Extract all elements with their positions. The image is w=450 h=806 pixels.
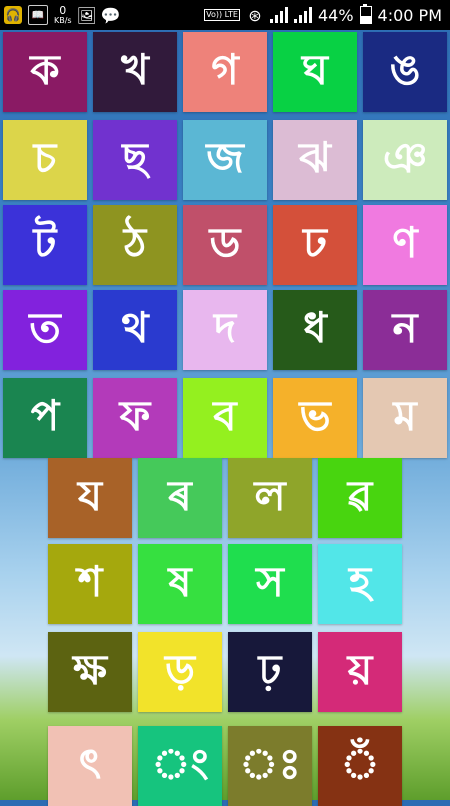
letter-tile[interactable]: থ [93,290,177,370]
letter-tile[interactable]: ঢ [273,205,357,285]
signal-icon [293,7,312,23]
letter-tile[interactable]: ন [363,290,447,370]
letter-tile[interactable]: ঁ [318,726,402,806]
letter-tile[interactable]: ঢ় [228,632,312,712]
letter-tile[interactable]: ৱ [318,458,402,538]
letter-tile[interactable]: য [48,458,132,538]
letter-tile[interactable]: ঞ [363,120,447,200]
letter-tile[interactable]: প [3,378,87,458]
letter-tile[interactable]: ৎ [48,726,132,806]
letter-tile[interactable]: ক্ষ [48,632,132,712]
messenger-icon: 💬 [100,5,121,25]
letter-tile[interactable]: ং [138,726,222,806]
letter-tile[interactable]: য় [318,632,402,712]
nfc-icon: ⊛ [248,5,262,25]
letter-tile[interactable]: ধ [273,290,357,370]
book-icon: 📖 [28,5,48,25]
letter-tile[interactable]: ম [363,378,447,458]
letter-tile[interactable]: ণ [363,205,447,285]
headset-icon: 🎧 [4,6,22,24]
letter-tile[interactable]: খ [93,32,177,112]
letter-tile[interactable]: ঙ [363,32,447,112]
letter-tile[interactable]: দ [183,290,267,370]
letter-tile[interactable]: গ [183,32,267,112]
battery-percent: 44% [317,5,354,25]
network-speed-unit: KB/s [54,16,72,25]
volte-icon: Vo)) LTE [204,9,240,21]
letter-tile[interactable]: ক [3,32,87,112]
letter-tile[interactable]: ড় [138,632,222,712]
photo-icon: 🖼 [76,5,97,25]
letter-tile[interactable]: ল [228,458,312,538]
battery-icon [359,4,372,24]
letter-tile[interactable]: ফ [93,378,177,458]
network-speed: 0 KB/s [54,5,72,25]
letter-tile[interactable]: ঝ [273,120,357,200]
letter-tile[interactable]: ছ [93,120,177,200]
letter-tile[interactable]: ভ [273,378,357,458]
letter-tile[interactable]: শ [48,544,132,624]
letter-tile[interactable]: জ [183,120,267,200]
signal-icon [269,7,288,23]
letter-tile[interactable]: ঠ [93,205,177,285]
status-bar: 🎧 📖 0 KB/s 🖼 💬 Vo)) LTE ⊛ 44% 4:00 PM [0,0,450,30]
letter-tile[interactable]: ষ [138,544,222,624]
letter-tile[interactable]: ড [183,205,267,285]
network-speed-value: 0 [59,4,67,17]
letter-tile[interactable]: হ [318,544,402,624]
letter-tile[interactable]: স [228,544,312,624]
letter-grid: ক খ গ ঘ ঙ চ ছ জ ঝ ঞ ট ঠ ড ঢ ণ ত থ দ ধ ন প ফ ব ভ ম য ৰ ল ৱ শ ষ স হ ক্ষ ড় ঢ়… [0,30,450,806]
letter-tile[interactable]: ঃ [228,726,312,806]
letter-tile[interactable]: ট [3,205,87,285]
clock: 4:00 PM [377,5,442,25]
letter-tile[interactable]: ৰ [138,458,222,538]
letter-tile[interactable]: ব [183,378,267,458]
letter-tile[interactable]: ঘ [273,32,357,112]
letter-tile[interactable]: চ [3,120,87,200]
letter-tile[interactable]: ত [3,290,87,370]
